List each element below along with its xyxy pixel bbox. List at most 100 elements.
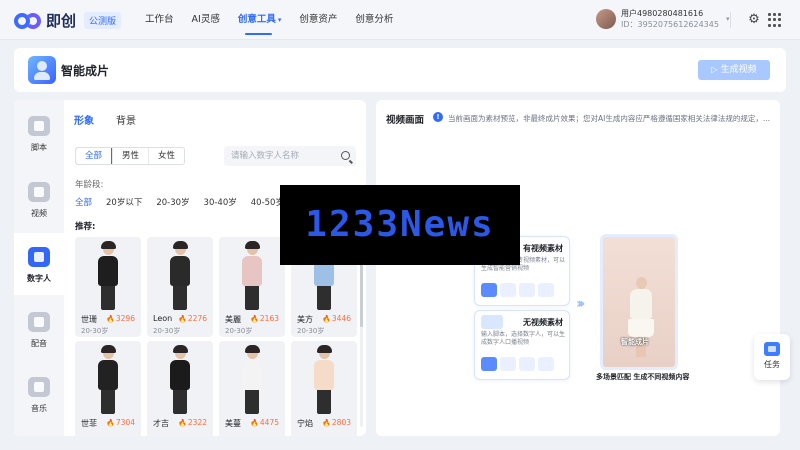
step-icons (481, 283, 554, 297)
tab-avatar[interactable]: 形象 (74, 112, 94, 127)
without-video-desc: 输入脚本，选择数字人，可以生成数字人口播视频 (481, 331, 566, 346)
phone-caption: 智能成片 (621, 338, 649, 346)
avatar-figure (93, 345, 123, 415)
flame-icon: 🔥 (106, 315, 115, 323)
page-header: 智能成片 ▷ 生成视频 (14, 48, 786, 92)
avatar-figure (165, 241, 195, 311)
divider (730, 12, 731, 28)
flame-icon: 🔥 (322, 419, 331, 427)
page-title: 智能成片 (61, 64, 110, 78)
avatar-name: 美方 (297, 315, 313, 324)
avatar-age: 20-30岁 (297, 327, 325, 335)
nav-item-creative-analysis[interactable]: 创意分析 (346, 0, 402, 40)
apps-grid-icon[interactable] (768, 13, 782, 27)
sidebar-item-script[interactable]: 脚本 (14, 102, 64, 164)
chevron-down-icon: ▾ (277, 16, 282, 24)
sidebar-item-digital-human[interactable]: 数字人 (14, 233, 64, 295)
avatar-card[interactable]: Leon 🔥2276 20-30岁 (147, 237, 213, 337)
gear-icon[interactable]: ⚙ (746, 12, 762, 28)
panel-tabs: 形象 背景 (74, 112, 136, 127)
user-menu[interactable]: 用户4980280481616 ID：3952075612624345 ▾ (596, 8, 729, 30)
avatar-likes: 🔥3446 (322, 314, 351, 323)
gender-option-male[interactable]: 男性 (112, 148, 148, 164)
top-nav-bar: 即创 公测版 工作台 AI灵感 创意工具 ▾ 创意资产 创意分析 用户498028… (0, 0, 800, 40)
avatar-likes: 🔥3296 (106, 314, 135, 323)
task-button[interactable]: 任务 (754, 334, 790, 380)
nav-item-creative-assets[interactable]: 创意资产 (290, 0, 346, 40)
tab-background[interactable]: 背景 (116, 112, 136, 127)
flame-icon: 🔥 (322, 315, 331, 323)
nav-item-workbench[interactable]: 工作台 (136, 0, 183, 40)
avatar-card[interactable]: 才吉 🔥2322 (147, 341, 213, 436)
sidebar-item-label: 配音 (31, 339, 47, 348)
brand-logo[interactable]: 即创 公测版 (14, 10, 122, 31)
age-option-under-20[interactable]: 20岁以下 (106, 196, 142, 208)
sidebar-item-music[interactable]: 音乐 (14, 363, 64, 425)
sidebar-item-voice[interactable]: 配音 (14, 298, 64, 360)
age-option-all[interactable]: 全部 (75, 196, 92, 208)
age-option-40-50[interactable]: 40-50岁 (251, 196, 284, 208)
arrow-right-icon: ››› (576, 296, 586, 312)
age-filter: 全部 20岁以下 20-30岁 30-40岁 40-50岁 (75, 196, 284, 208)
preview-panel: 视频画面 ! 当前画面为素材预览，非最终成片效果；您对AI生成内容应严格遵循国家… (376, 100, 780, 436)
age-filter-label: 年龄段: (75, 180, 104, 190)
music-icon (28, 377, 50, 397)
avatar-figure (237, 241, 267, 311)
brand-name: 即创 (46, 12, 77, 30)
avatar-card[interactable]: 世菲 🔥7304 (75, 341, 141, 436)
watermark-overlay: 1233News (280, 185, 520, 265)
nav-item-ai-inspiration[interactable]: AI灵感 (183, 0, 229, 40)
video-icon (28, 182, 50, 202)
gender-option-all[interactable]: 全部 (76, 148, 113, 164)
flame-icon: 🔥 (178, 315, 187, 323)
search-input[interactable] (224, 146, 329, 166)
avatar-likes: 🔥2163 (250, 314, 279, 323)
flame-icon: 🔥 (106, 419, 115, 427)
digital-human-icon (481, 315, 503, 329)
age-option-20-30[interactable]: 20-30岁 (156, 196, 189, 208)
avatar-card[interactable]: 世珊 🔥3296 20-30岁 (75, 237, 141, 337)
without-video-title: 无视频素材 (523, 318, 563, 327)
avatar-figure (165, 345, 195, 415)
avatar-age: 20-30岁 (225, 327, 253, 335)
avatar-age: 20-30岁 (81, 327, 109, 335)
sidebar-item-label: 脚本 (31, 143, 47, 152)
avatar-name: 才吉 (153, 419, 169, 428)
digital-human-figure (627, 275, 655, 363)
step-icons (481, 357, 554, 371)
avatar-card[interactable]: 宁焰 🔥2803 (291, 341, 357, 436)
avatar-name: 美蔓 (225, 419, 241, 428)
recommend-label: 推荐: (75, 222, 96, 232)
user-name: 用户4980280481616 (621, 9, 704, 18)
flame-icon: 🔥 (250, 315, 259, 323)
avatar-likes: 🔥2803 (322, 418, 351, 427)
generate-video-button[interactable]: ▷ 生成视频 (698, 60, 770, 80)
avatar-card[interactable]: 美蔓 🔥4475 (219, 341, 285, 436)
digital-human-content: 形象 背景 全部 男性 女性 年龄段: 全部 20岁以下 20-30岁 30-4… (64, 100, 366, 436)
avatar-card[interactable]: 美麗 🔥2163 20-30岁 (219, 237, 285, 337)
play-icon: ▷ (711, 65, 718, 74)
without-video-material-card: 无视频素材 输入脚本，选择数字人，可以生成数字人口播视频 (474, 310, 570, 380)
avatar-figure (309, 345, 339, 415)
avatar-figure (93, 241, 123, 311)
user-id: ID：3952075612624345 (621, 20, 719, 29)
flow-caption: 多场景匹配 生成不同视频内容 (596, 373, 690, 381)
sidebar-item-video[interactable]: 视频 (14, 168, 64, 230)
avatar-likes: 🔥2322 (178, 418, 207, 427)
avatar-figure (237, 345, 267, 415)
sidebar-item-label: 视频 (31, 209, 47, 218)
age-option-30-40[interactable]: 30-40岁 (204, 196, 237, 208)
info-icon: ! (433, 112, 443, 122)
main-nav: 工作台 AI灵感 创意工具 ▾ 创意资产 创意分析 (136, 0, 402, 40)
search-box (224, 146, 356, 166)
avatar-name: 世菲 (81, 419, 97, 428)
gender-option-female[interactable]: 女性 (148, 148, 184, 164)
nav-item-creative-tools[interactable]: 创意工具 ▾ (229, 0, 291, 40)
sidebar-item-label: 音乐 (31, 404, 47, 413)
flame-icon: 🔥 (250, 419, 259, 427)
avatar (596, 9, 616, 29)
with-video-title: 有视频素材 (523, 244, 563, 253)
avatar-likes: 🔥7304 (106, 418, 135, 427)
search-icon[interactable] (341, 151, 350, 160)
script-icon (28, 116, 50, 136)
